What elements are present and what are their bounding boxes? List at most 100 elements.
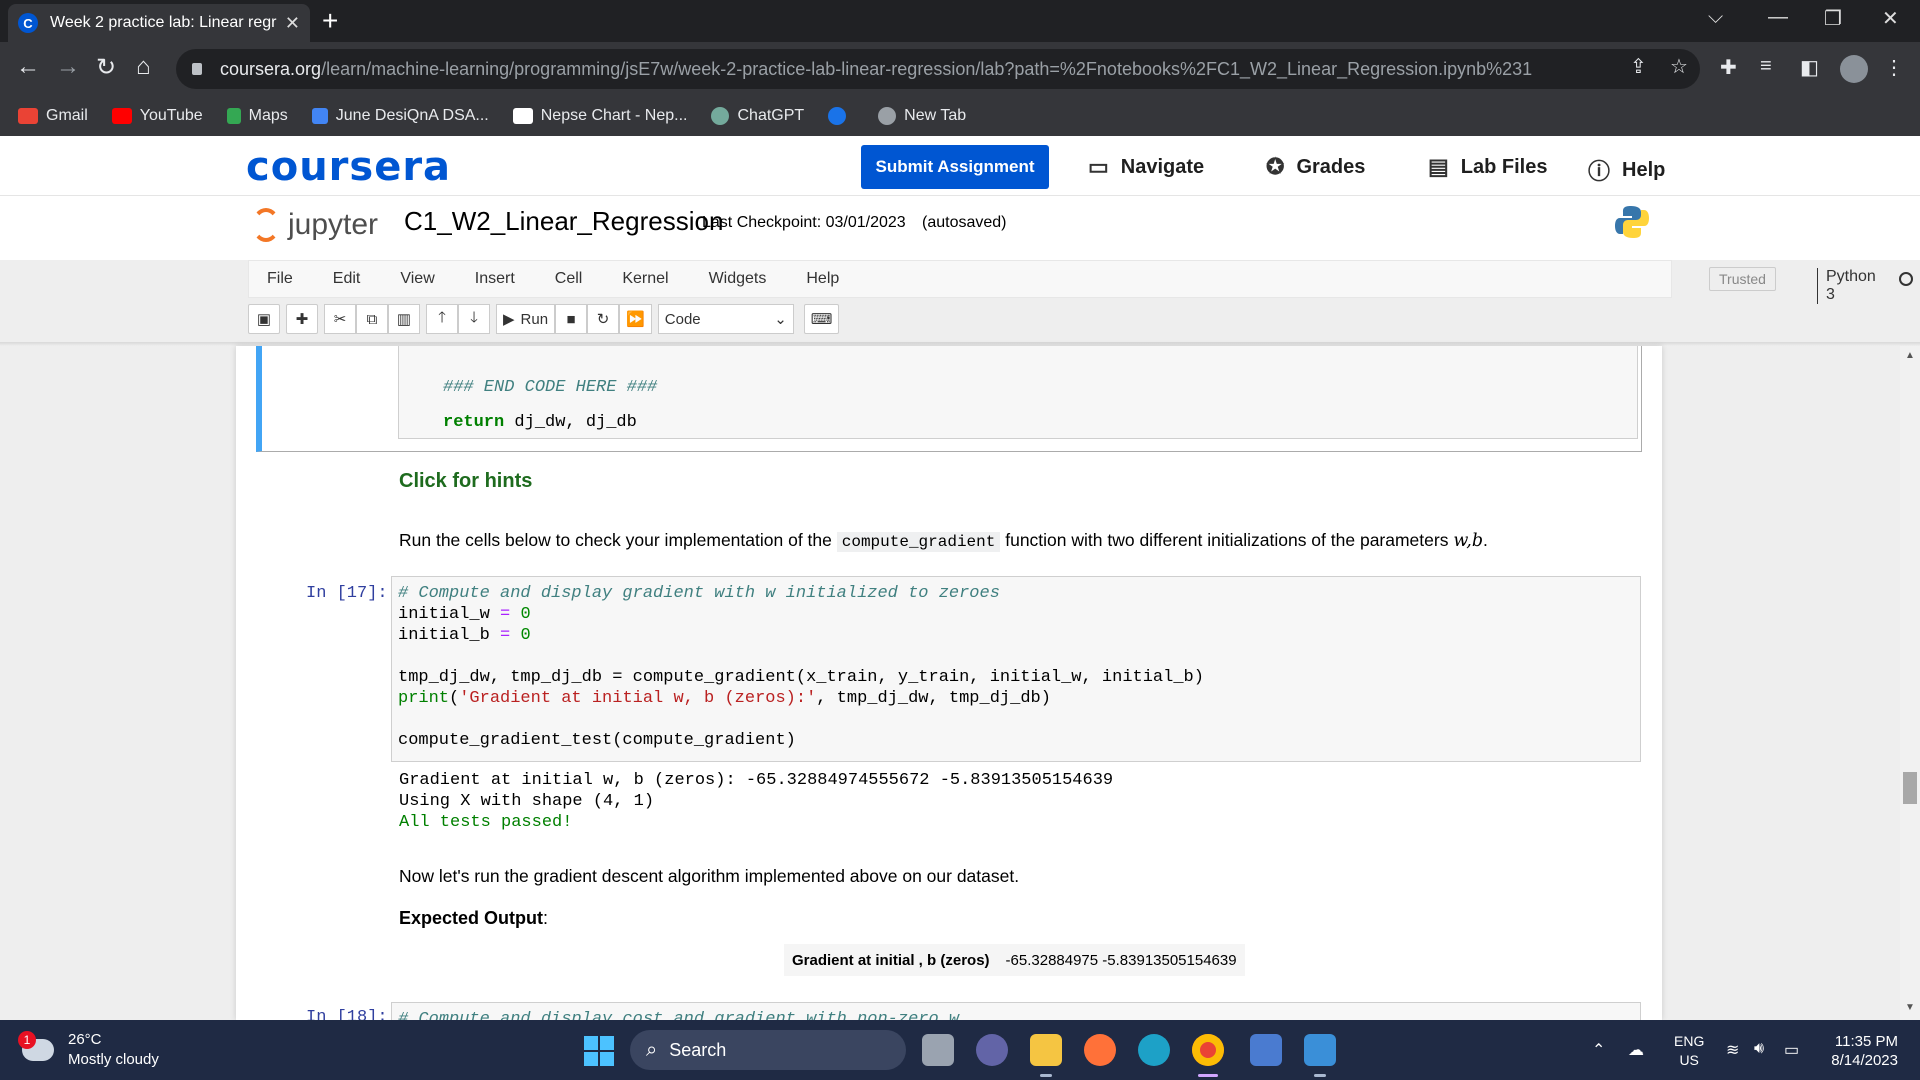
bookmark-star-icon[interactable]: ☆ bbox=[1670, 54, 1688, 79]
jupyter-logo[interactable]: jupyter bbox=[252, 208, 378, 242]
inline-code-compute-gradient: compute_gradient bbox=[836, 532, 1001, 552]
return-keyword: return bbox=[443, 413, 505, 432]
chrome-menu-icon[interactable]: ⋮ bbox=[1884, 55, 1904, 80]
code-cell-input[interactable]: # Compute and display gradient with w in… bbox=[391, 576, 1641, 762]
save-button[interactable]: ▣ bbox=[248, 304, 280, 334]
tab-search-chevron-icon[interactable]: ⌵ bbox=[1708, 6, 1723, 29]
menu-help[interactable]: Help bbox=[806, 270, 839, 288]
bookmark-youtube[interactable]: YouTube bbox=[111, 107, 203, 125]
chrome-active-indicator bbox=[1198, 1074, 1218, 1077]
next-code-cell[interactable]: # Compute and display cost and gradient … bbox=[391, 1002, 1641, 1020]
weather-widget[interactable]: 1 26°C Mostly cloudy bbox=[18, 1030, 159, 1070]
reload-icon[interactable]: ↻ bbox=[96, 53, 116, 82]
menu-insert[interactable]: Insert bbox=[475, 270, 515, 288]
navigate-button[interactable]: ▭ Navigate bbox=[1088, 154, 1204, 180]
gmail-icon bbox=[18, 108, 38, 124]
search-icon: ⌕ bbox=[646, 1038, 658, 1061]
run-button[interactable]: ▶ Run bbox=[496, 304, 556, 334]
click-for-hints[interactable]: Click for hints bbox=[399, 470, 532, 493]
input-language[interactable]: ENG US bbox=[1674, 1032, 1704, 1070]
volume-icon[interactable]: 🔊︎ bbox=[1754, 1040, 1764, 1058]
copy-button[interactable]: ⧉ bbox=[356, 304, 388, 334]
output-shape-line: Using X with shape (4, 1) bbox=[399, 792, 655, 811]
bookmark-nepse-chart[interactable]: Nepse Chart - Nep... bbox=[512, 107, 687, 125]
lab-files-button[interactable]: ▤ Lab Files bbox=[1428, 154, 1548, 180]
photos-icon[interactable] bbox=[1304, 1034, 1336, 1066]
taskbar-search[interactable]: ⌕ Search bbox=[630, 1030, 906, 1070]
code-print-args: , tmp_dj_dw, tmp_dj_db) bbox=[816, 689, 1051, 708]
insert-cell-button[interactable]: ✚ bbox=[286, 304, 318, 334]
teams-icon[interactable] bbox=[976, 1034, 1008, 1066]
tray-overflow-chevron-icon[interactable]: ⌃ bbox=[1592, 1040, 1605, 1060]
restart-button[interactable]: ↻ bbox=[587, 304, 620, 334]
new-tab-icon[interactable]: + bbox=[322, 6, 338, 36]
scroll-up-icon[interactable]: ▲ bbox=[1905, 350, 1915, 361]
paste-button[interactable]: ▥ bbox=[388, 304, 420, 334]
forward-icon[interactable]: → bbox=[56, 53, 80, 81]
kernel-name[interactable]: Python 3 bbox=[1817, 268, 1876, 304]
wifi-icon[interactable]: ≋ bbox=[1726, 1040, 1739, 1060]
menu-cell[interactable]: Cell bbox=[555, 270, 583, 288]
file-explorer-icon[interactable] bbox=[1030, 1034, 1062, 1066]
share-icon[interactable]: ⇪ bbox=[1630, 54, 1647, 79]
submit-assignment-button[interactable]: Submit Assignment bbox=[861, 145, 1049, 189]
grades-button[interactable]: ✪ Grades bbox=[1266, 154, 1365, 180]
trusted-badge[interactable]: Trusted bbox=[1709, 267, 1776, 291]
back-icon[interactable]: ← bbox=[16, 53, 40, 81]
system-clock[interactable]: 11:35 PM 8/14/2023 bbox=[1818, 1032, 1898, 1070]
instructions-paragraph: Run the cells below to check your implem… bbox=[399, 530, 1488, 552]
battery-icon[interactable]: ▭ bbox=[1784, 1040, 1799, 1060]
command-palette-button[interactable]: ⌨ bbox=[803, 304, 840, 334]
bookmark-unnamed[interactable] bbox=[828, 107, 854, 125]
onedrive-icon[interactable]: ☁ bbox=[1628, 1040, 1644, 1060]
page-scrollbar[interactable]: ▲ ▼ bbox=[1900, 346, 1920, 1020]
interrupt-button[interactable]: ■ bbox=[555, 304, 588, 334]
restore-icon[interactable]: ❐ bbox=[1824, 6, 1842, 31]
run-icon: ▶ bbox=[503, 311, 515, 328]
move-up-button[interactable]: 🡑 bbox=[426, 304, 458, 334]
browser-tab-active[interactable]: C Week 2 practice lab: Linear regre ✕ bbox=[8, 4, 310, 42]
tab-close-icon[interactable]: ✕ bbox=[285, 13, 300, 34]
minimize-icon[interactable]: — bbox=[1768, 6, 1788, 29]
menu-view[interactable]: View bbox=[400, 270, 434, 288]
math-w: w bbox=[1453, 531, 1467, 551]
home-icon[interactable]: ⌂ bbox=[136, 53, 151, 81]
bookmark-blue-icon bbox=[828, 107, 847, 125]
help-button[interactable]: ⓘ Help bbox=[1588, 154, 1665, 186]
navigate-icon: ▭ bbox=[1088, 154, 1109, 179]
task-view-icon[interactable] bbox=[922, 1034, 954, 1066]
file-icon: ▤ bbox=[1428, 154, 1449, 179]
youtube-icon bbox=[111, 108, 132, 124]
chrome-icon[interactable] bbox=[1192, 1034, 1224, 1066]
restart-run-all-button[interactable]: ⏩ bbox=[619, 304, 652, 334]
menu-kernel[interactable]: Kernel bbox=[622, 270, 668, 288]
cut-button[interactable]: ✂ bbox=[324, 304, 356, 334]
side-panel-icon[interactable]: ◧ bbox=[1800, 55, 1819, 80]
bookmark-chatgpt[interactable]: ChatGPT bbox=[711, 107, 804, 125]
previous-cell-input[interactable]: ### END CODE HERE ### return dj_dw, dj_d… bbox=[398, 346, 1638, 439]
reading-list-icon[interactable]: ≡ bbox=[1760, 55, 1772, 78]
bookmark-maps[interactable]: Maps bbox=[226, 107, 288, 125]
profile-avatar[interactable] bbox=[1840, 55, 1868, 83]
gradient-descent-paragraph: Now let's run the gradient descent algor… bbox=[399, 866, 1020, 886]
microsoft-store-icon[interactable] bbox=[1250, 1034, 1282, 1066]
bookmark-gmail[interactable]: Gmail bbox=[18, 107, 88, 125]
menu-file[interactable]: File bbox=[267, 270, 293, 288]
coursera-logo[interactable]: coursera bbox=[246, 144, 451, 190]
menu-widgets[interactable]: Widgets bbox=[709, 270, 767, 288]
address-bar[interactable]: coursera.org/learn/machine-learning/prog… bbox=[176, 49, 1700, 89]
cell-type-select[interactable]: Code ⌄ bbox=[657, 304, 794, 334]
menu-edit[interactable]: Edit bbox=[333, 270, 361, 288]
notebook-name[interactable]: C1_W2_Linear_Regression bbox=[404, 206, 723, 237]
scroll-down-icon[interactable]: ▼ bbox=[1905, 1002, 1915, 1013]
bookmark-june-desiqna[interactable]: June DesiQnA DSA... bbox=[311, 107, 489, 125]
window-close-icon[interactable]: ✕ bbox=[1882, 6, 1899, 31]
scrollbar-thumb[interactable] bbox=[1903, 772, 1917, 804]
previous-code-cell[interactable]: ### END CODE HERE ### return dj_dw, dj_d… bbox=[256, 346, 1642, 452]
firefox-icon[interactable] bbox=[1084, 1034, 1116, 1066]
windows-start-icon[interactable] bbox=[584, 1036, 614, 1066]
extensions-icon[interactable]: ✚ bbox=[1720, 55, 1737, 80]
edge-icon[interactable] bbox=[1138, 1034, 1170, 1066]
bookmark-new-tab[interactable]: New Tab bbox=[878, 107, 966, 125]
move-down-button[interactable]: 🡓 bbox=[458, 304, 490, 334]
